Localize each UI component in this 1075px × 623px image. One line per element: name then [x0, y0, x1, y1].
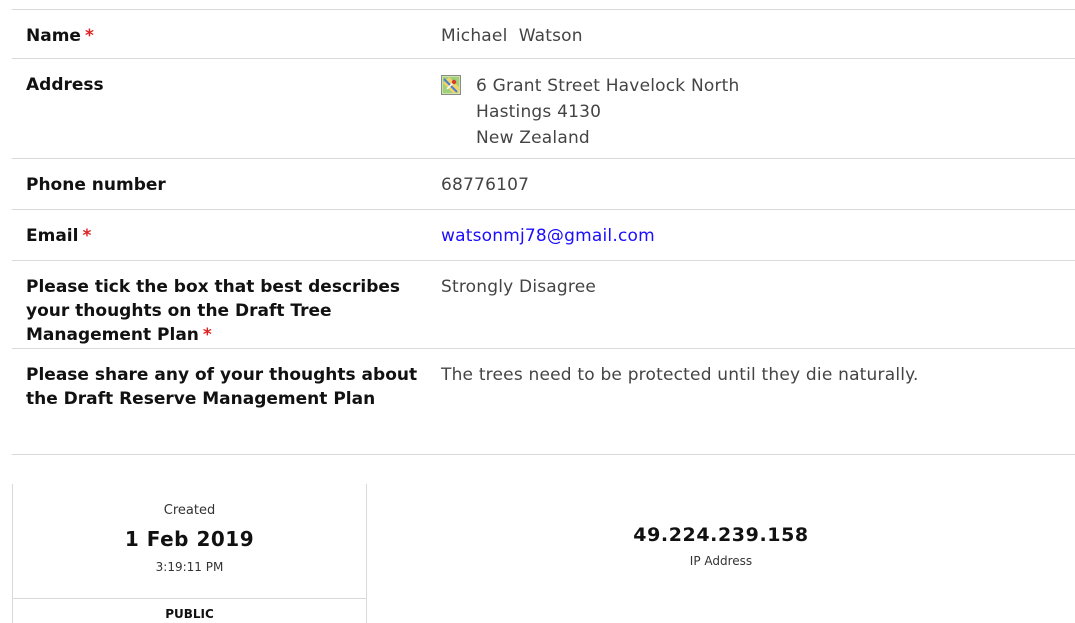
required-marker: *: [84, 26, 94, 46]
required-marker: *: [82, 226, 92, 246]
address-row: Address 6 Grant Street Havelock North Ha…: [12, 59, 1075, 159]
thoughts-value: The trees need to be protected until the…: [441, 365, 919, 385]
created-label: Created: [163, 503, 216, 518]
name-row: Name * Michael Watson: [12, 10, 1075, 59]
tick-value: Strongly Disagree: [441, 277, 597, 297]
name-label: Name: [26, 26, 81, 46]
email-link[interactable]: watsonmj78@gmail.com: [441, 226, 655, 246]
address-line-city: Hastings 4130: [476, 102, 602, 122]
address-line-country: New Zealand: [476, 128, 590, 148]
created-panel: Created 1 Feb 2019 3:19:11 PM PUBLIC: [12, 484, 367, 623]
email-label-cell: Email *: [12, 210, 427, 260]
name-label-cell: Name *: [12, 10, 427, 58]
required-marker: *: [202, 325, 212, 345]
email-value-cell: watsonmj78@gmail.com: [427, 210, 1075, 260]
created-date: 1 Feb 2019: [124, 527, 255, 551]
phone-row: Phone number 68776107: [12, 159, 1075, 210]
ip-address-value: 49.224.239.158: [633, 524, 809, 546]
address-label: Address: [26, 75, 104, 95]
address-line-street: 6 Grant Street Havelock North: [476, 76, 740, 96]
submission-form: Name * Michael Watson Address 6 Grant Str…: [12, 9, 1075, 455]
name-value: Michael Watson: [441, 26, 583, 46]
phone-label: Phone number: [26, 175, 166, 195]
ip-panel: 49.224.239.158 IP Address: [367, 484, 1075, 623]
email-row: Email * watsonmj78@gmail.com: [12, 210, 1075, 261]
created-box: Created 1 Feb 2019 3:19:11 PM: [13, 484, 366, 599]
map-icon[interactable]: [441, 75, 461, 95]
tick-label-cell: Please tick the box that best describes …: [12, 261, 427, 348]
submission-meta: Created 1 Feb 2019 3:19:11 PM PUBLIC 49.…: [12, 484, 1075, 623]
email-label: Email: [26, 226, 79, 246]
thoughts-label: Please share any of your thoughts about …: [26, 365, 418, 409]
thoughts-row: Please share any of your thoughts about …: [12, 349, 1075, 455]
created-time: 3:19:11 PM: [155, 560, 224, 574]
address-value: 6 Grant Street Havelock North Hastings 4…: [427, 59, 1075, 158]
ip-address-label: IP Address: [689, 554, 753, 568]
tick-label: Please tick the box that best describes …: [26, 277, 401, 345]
visibility-badge: PUBLIC: [165, 607, 214, 621]
phone-value: 68776107: [441, 175, 530, 195]
tick-row: Please tick the box that best describes …: [12, 261, 1075, 349]
